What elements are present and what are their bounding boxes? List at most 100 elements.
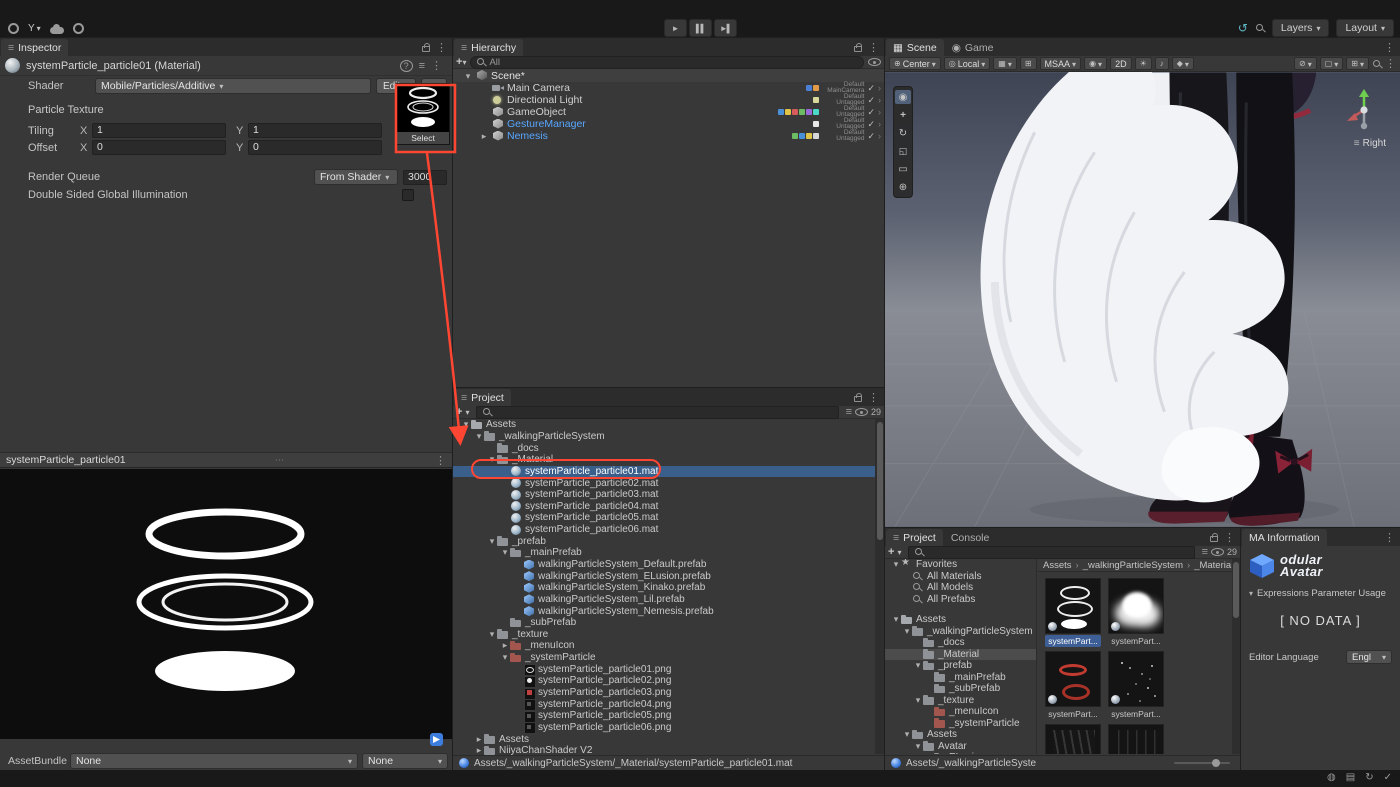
breadcrumb-item[interactable]: _walkingParticleSystem [1072,560,1184,571]
expand-arrow-icon[interactable] [891,614,901,625]
scene-visibility-dropdown[interactable]: ⊘ [1294,57,1317,70]
services-gear-icon[interactable] [73,23,84,34]
scrollbar[interactable] [875,419,884,754]
refresh-icon[interactable]: ↻ [1365,772,1373,783]
expand-arrow-icon[interactable] [913,741,923,752]
active-checkbox[interactable] [867,94,875,106]
hierarchy-item[interactable]: Main Camera Default MainCamera [453,82,884,94]
shader-dropdown[interactable]: Mobile/Particles/Additive [95,78,371,94]
active-checkbox[interactable] [867,82,875,94]
project-tree-item[interactable]: walkingParticleSystem_Default.prefab [453,559,875,571]
project-tree-item[interactable]: systemParticle_particle04.mat [453,500,875,512]
context-menu-icon[interactable] [431,59,442,72]
scene-menu-icon[interactable] [1385,57,1396,70]
project-tree-item[interactable]: systemParticle_particle05.mat [453,512,875,524]
breadcrumb-item[interactable]: Assets [1043,560,1072,571]
project-tree-item[interactable]: walkingParticleSystem_Lil.prefab [453,594,875,606]
filter-icon[interactable] [846,406,852,418]
folder-tree-item[interactable]: _mainPrefab [885,672,1036,684]
lighting-toggle[interactable]: ☀ [1135,57,1152,70]
project-tree-item[interactable]: Assets [453,733,875,745]
double-sided-gi-checkbox[interactable] [402,189,414,201]
expand-arrow-icon[interactable] [891,559,901,570]
folder-tree-item[interactable]: _prefab [885,660,1036,672]
folder-tree-item[interactable]: Assets [885,729,1036,741]
pause-button[interactable] [689,19,712,37]
notifications-icon[interactable]: ◍ [1327,772,1336,783]
filter-icon[interactable] [1202,546,1208,558]
project-tree-item[interactable]: _prefab [453,535,875,547]
project-tree-item[interactable]: _menuIcon [453,640,875,652]
folder-tree-item[interactable]: _Material [885,649,1036,661]
expand-arrow-icon[interactable] [474,734,484,745]
expressions-section-header[interactable]: Expressions Parameter Usage [1249,588,1392,599]
project-tree-item[interactable]: systemParticle_particle01.mat [453,466,875,478]
folder-tree-item[interactable]: _docs [885,637,1036,649]
expand-arrow-icon[interactable] [461,419,471,430]
lock-icon[interactable] [854,396,862,402]
project-tree-item[interactable]: _subPrefab [453,617,875,629]
step-button[interactable] [714,19,737,37]
project-tree-item[interactable]: _systemParticle [453,652,875,664]
plastic-scm-icon[interactable] [8,23,19,34]
hierarchy-search-input[interactable]: All [470,56,864,69]
folder-tree-item[interactable]: _texture [885,695,1036,707]
play-button[interactable] [664,19,687,37]
msaa-dropdown[interactable]: MSAA [1040,57,1082,70]
active-checkbox[interactable] [867,130,875,142]
expand-arrow-icon[interactable] [479,130,489,142]
tab-console[interactable]: Console [944,529,997,546]
row-pin-icon[interactable] [878,82,881,94]
offset-x-field[interactable]: 0 [92,140,226,155]
asset-thumbnail[interactable]: systemPart... [1044,578,1102,647]
expand-arrow-icon[interactable] [902,626,912,637]
gizmos-dropdown[interactable]: ⊞ [1346,57,1369,70]
folder-tree-item[interactable]: _subPrefab [885,683,1036,695]
project-tree-item[interactable]: Assets [453,419,875,431]
rotate-tool-icon[interactable] [895,126,911,140]
cloud-icon[interactable] [50,27,64,34]
collapse-arrow-icon[interactable] [463,70,473,82]
project-tree-item[interactable]: systemParticle_particle02.png [453,675,875,687]
render-queue-value-field[interactable]: 3000 [403,170,447,185]
row-pin-icon[interactable] [878,130,881,142]
assetbundle-dropdown[interactable]: None [70,753,358,769]
tab-inspector[interactable]: Inspector [1,39,68,56]
account-button[interactable]: Y [28,23,41,34]
expand-arrow-icon[interactable] [487,454,497,465]
row-pin-icon[interactable] [878,106,881,118]
offset-y-field[interactable]: 0 [248,140,382,155]
project-tree-item[interactable]: _Material [453,454,875,466]
panel-menu-icon[interactable] [1384,41,1395,54]
tab-project-2[interactable]: Project [886,529,943,546]
create-button[interactable] [888,546,894,558]
project-search-input[interactable] [476,406,838,419]
texture-well[interactable]: Select [396,83,450,145]
asset-thumbnail[interactable]: systemPart... [1107,651,1165,720]
panel-menu-icon[interactable] [868,41,879,54]
effects-dropdown[interactable]: ◆ [1172,57,1194,70]
thumbnail-size-slider[interactable] [1174,762,1230,764]
folder-tree-item[interactable]: _walkingParticleSystem [885,626,1036,638]
render-queue-dropdown[interactable]: From Shader [314,169,398,185]
expand-arrow-icon[interactable] [487,536,497,547]
create-button[interactable] [456,406,462,418]
material-preview-area[interactable] [0,469,452,739]
rect-tool-icon[interactable] [895,162,911,176]
tiling-y-field[interactable]: 1 [248,123,382,138]
tab-hierarchy[interactable]: Hierarchy [454,39,523,56]
project-tree-item[interactable]: systemParticle_particle06.png [453,722,875,734]
help-icon[interactable] [400,60,413,72]
project-search-input[interactable] [908,546,1194,559]
project-tree-item[interactable]: systemParticle_particle03.png [453,687,875,699]
active-checkbox[interactable] [867,118,875,130]
move-tool-icon[interactable] [895,108,911,122]
hierarchy-item[interactable]: GameObject Default Untagged [453,106,884,118]
material-preview-header[interactable]: systemParticle_particle01 ⋯ [0,452,452,468]
asset-thumbnail[interactable]: systemPart... [1044,651,1102,720]
project-tree-item[interactable]: _docs [453,442,875,454]
project-tree-item[interactable]: systemParticle_particle03.mat [453,489,875,501]
transform-tool-icon[interactable] [895,180,911,194]
scene-viewport[interactable]: Right [885,72,1400,527]
hidden-packages-icon[interactable] [855,408,868,416]
